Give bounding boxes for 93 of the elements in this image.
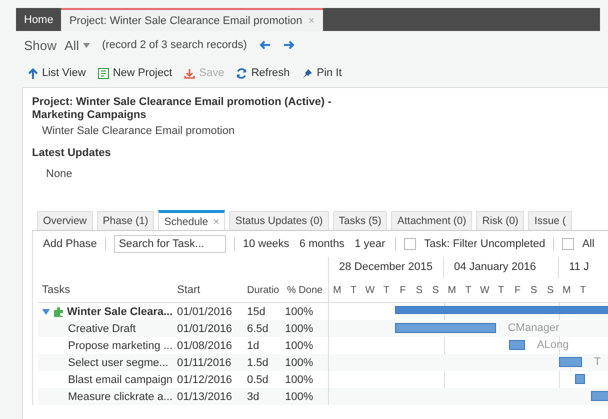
previous-arrow-icon[interactable] (258, 40, 271, 50)
new-button[interactable]: New Project (98, 67, 172, 79)
list-button[interactable]: List View (28, 67, 86, 79)
day-label: T (497, 284, 506, 296)
column-header[interactable]: Duratio (247, 284, 287, 296)
add-phase-button[interactable]: Add Phase (43, 238, 97, 250)
day-label: S (414, 284, 424, 296)
filter-dropdown[interactable]: All (64, 38, 90, 52)
task-name[interactable]: Winter Sale Cleara... (67, 306, 173, 318)
table-cell-text: 100% (285, 340, 314, 352)
refresh-icon (236, 68, 248, 78)
pin-icon (302, 68, 313, 78)
day-label: S (431, 284, 440, 296)
range-button[interactable]: 10 weeks (242, 238, 290, 250)
table-cell-text: 01/13/2016 (177, 390, 234, 402)
table-cell-text: 01/08/2016 (177, 340, 234, 352)
table-cell-text: 01/01/2016 (177, 322, 234, 334)
task-name[interactable]: Creative Draft (42, 322, 136, 334)
table-cell-text: 100% (285, 374, 314, 386)
resource-label: CManager (508, 322, 560, 334)
table-cell-text: 1.5d (247, 356, 270, 368)
table-cell-text: 01/12/2016 (177, 374, 234, 386)
day-label: T (579, 284, 588, 296)
tab[interactable]: Attachment (0) (391, 211, 472, 230)
day-label: S (530, 284, 538, 296)
record-text: (record 2 of 3 search records) (102, 39, 247, 51)
day-label: T (350, 284, 358, 296)
up-arrow-icon (28, 68, 38, 78)
puzzle-icon (53, 306, 64, 317)
checkbox[interactable] (404, 238, 416, 250)
table-cell-text: 6.5d (247, 322, 270, 334)
week-label: 11 J (559, 257, 608, 278)
tab[interactable]: Status Updates (0) (229, 211, 329, 230)
table-cell-text: 100% (285, 306, 314, 318)
page-tab[interactable]: Home (16, 8, 62, 31)
task-bar[interactable] (558, 357, 582, 367)
next-arrow-icon[interactable] (282, 40, 295, 50)
day-label: M (446, 284, 458, 296)
caret-icon (82, 42, 90, 48)
refresh-button[interactable]: Refresh (236, 67, 290, 79)
expanded-caret-icon[interactable] (42, 308, 50, 314)
day-label: M (561, 284, 572, 296)
checkbox-label: Task: Filter Uncompleted (424, 238, 546, 250)
column-header[interactable]: Tasks (38, 284, 177, 296)
task-name[interactable]: Select user segme... (42, 356, 168, 368)
project-title: Project: Winter Sale Clearance Email promotion (Active) - (32, 96, 332, 109)
tab[interactable]: Issue ( (528, 211, 572, 230)
tab[interactable]: Overview (37, 211, 93, 230)
week-label: 28 December 2015 (329, 257, 444, 278)
page-tab[interactable]: Project: Winter Sale Clearance Email promotion × (61, 8, 323, 31)
column-header[interactable]: % Done (287, 284, 325, 296)
pin-button[interactable]: Pin It (302, 67, 342, 79)
day-label: M (332, 284, 342, 296)
day-label: W (364, 284, 376, 296)
updates-text: None (45, 168, 74, 180)
table-cell-text: 01/01/2016 (177, 306, 234, 318)
column-header[interactable]: Start (177, 284, 247, 296)
checkbox-label: All (582, 238, 594, 250)
tab[interactable]: Risk (0) (476, 211, 524, 230)
resource-label: T (594, 356, 601, 368)
download-icon (184, 68, 196, 78)
task-name[interactable]: Blast email campaign (42, 374, 173, 386)
day-label: W (478, 284, 490, 296)
week-label: 04 January 2016 (444, 257, 559, 278)
show-label: Show (24, 38, 57, 52)
day-label: T (464, 284, 472, 296)
task-name[interactable]: Measure clickrate a... (42, 390, 173, 402)
day-label: F (398, 284, 407, 296)
day-label: F (513, 284, 522, 296)
project-description: Winter Sale Clearance Email promotion (41, 125, 236, 137)
task-name[interactable]: Propose marketing ... (42, 340, 173, 352)
resource-label: ALong (536, 339, 569, 351)
table-cell-text: 0.5d (247, 374, 270, 386)
day-label: S (546, 284, 555, 296)
tab[interactable]: Phase (1) (96, 211, 154, 230)
search-field[interactable]: Search for Task... (114, 235, 226, 253)
range-button[interactable]: 1 year (354, 238, 386, 250)
range-button[interactable]: 6 months (299, 238, 345, 250)
summary-bar[interactable] (394, 306, 608, 314)
checkbox[interactable] (562, 238, 574, 250)
table-cell-text: 1d (247, 340, 260, 352)
tab[interactable]: Tasks (5) (332, 211, 388, 230)
project-category: Marketing Campaigns (32, 109, 148, 122)
tab[interactable]: Schedule × (158, 210, 226, 230)
day-label: T (382, 284, 390, 296)
table-cell-text: 15d (247, 306, 266, 318)
table-cell-text: 100% (285, 322, 314, 334)
table-cell-text: 3d (247, 390, 260, 402)
document-icon (98, 68, 109, 78)
table-cell-text: 01/11/2016 (177, 356, 232, 368)
table-cell-text: 100% (285, 356, 314, 368)
table-cell-text: 100% (285, 390, 314, 402)
section-heading: Latest Updates (32, 147, 112, 160)
